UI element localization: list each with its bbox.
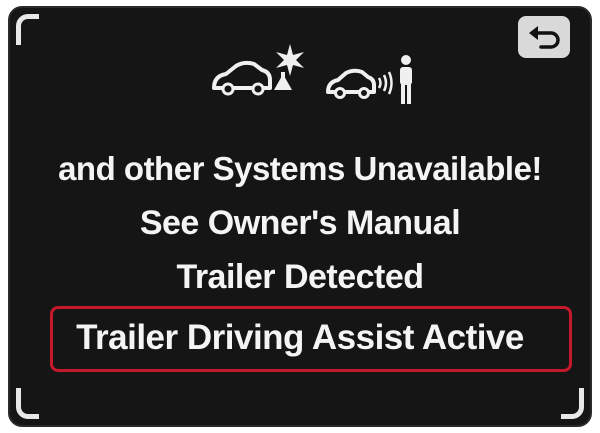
car-pedestrian-detection-icon: [326, 55, 412, 104]
message-see-owners-manual: See Owner's Manual: [139, 204, 461, 242]
corner-bracket-top-left: [16, 14, 39, 45]
corner-bracket-bottom-left: [16, 388, 39, 419]
message-systems-unavailable: and other Systems Unavailable!: [58, 150, 542, 187]
instrument-display: and other Systems Unavailable! See Owner…: [8, 6, 592, 427]
display-frame: and other Systems Unavailable! See Owner…: [0, 0, 600, 433]
car-sign-recognition-icon: [212, 44, 304, 96]
message-trailer-detected: Trailer Detected: [176, 258, 424, 296]
corner-bracket-bottom-right: [561, 388, 584, 419]
highlight-box: [50, 306, 572, 372]
warning-icons-row: [10, 42, 590, 112]
